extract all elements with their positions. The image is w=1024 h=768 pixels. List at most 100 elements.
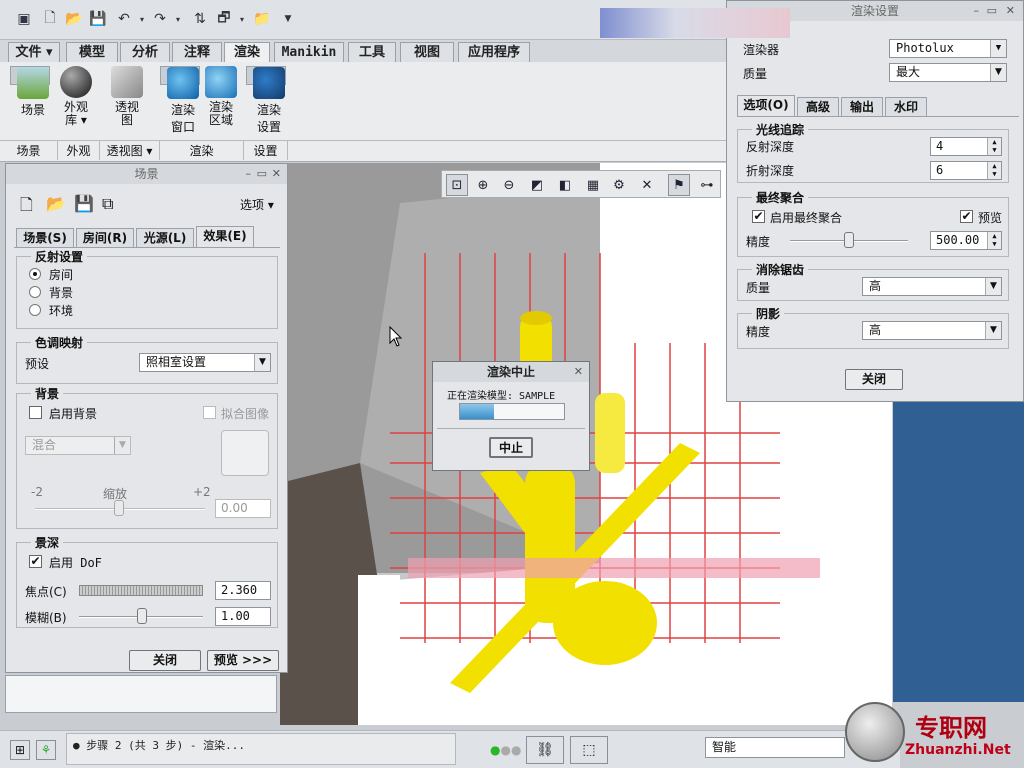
windows-icon[interactable]: 🗗 bbox=[214, 9, 234, 29]
refract-depth-field[interactable]: 6 ▲ ▼ bbox=[930, 161, 1002, 180]
selection-filter-icon[interactable]: ⬚ bbox=[570, 736, 608, 764]
group-perspective[interactable]: 透视图 ▾ bbox=[100, 140, 160, 160]
tab-render[interactable]: 渲染 bbox=[224, 42, 270, 62]
spinner-icon[interactable]: ▲ ▼ bbox=[987, 232, 1001, 249]
new-scene-icon[interactable]: 🗋 bbox=[20, 194, 33, 221]
tab-effects[interactable]: 效果(E) bbox=[196, 226, 254, 247]
smart-filter-select[interactable]: 智能 bbox=[705, 737, 845, 758]
tab-options[interactable]: 选项(O) bbox=[737, 95, 795, 116]
preview-checkbox[interactable]: ✔ bbox=[960, 210, 973, 223]
tab-model[interactable]: 模型 bbox=[66, 42, 118, 62]
save-scene-icon[interactable]: 💾 bbox=[74, 194, 94, 213]
radio-environment[interactable] bbox=[29, 304, 41, 316]
tab-lights[interactable]: 光源(L) bbox=[136, 228, 194, 247]
tab-analysis[interactable]: 分析 bbox=[120, 42, 170, 62]
windows-dropdown-icon[interactable]: ▾ bbox=[232, 9, 252, 29]
stop-render-button[interactable]: 中止 bbox=[489, 437, 533, 458]
scene-button[interactable]: 场景 bbox=[10, 66, 50, 117]
datum-display-icon[interactable]: ✕ bbox=[636, 174, 658, 196]
quality-select[interactable]: 最大 ▼ bbox=[889, 63, 1007, 82]
enable-dof-checkbox[interactable]: ✔ bbox=[29, 555, 42, 568]
maximize-icon[interactable]: ▭ bbox=[987, 1, 997, 21]
focus-ruler[interactable] bbox=[79, 585, 203, 596]
new-file-icon[interactable]: 🗋 bbox=[40, 9, 60, 29]
tab-advanced[interactable]: 高级 bbox=[797, 97, 839, 116]
annotation-display-icon[interactable]: ⚑ bbox=[668, 174, 690, 196]
minimize-icon[interactable]: – bbox=[246, 164, 252, 184]
radio-background[interactable] bbox=[29, 286, 41, 298]
undo-icon[interactable]: ↶ bbox=[114, 9, 134, 29]
close-icon[interactable]: ✕ bbox=[574, 362, 583, 382]
radio-room[interactable] bbox=[29, 268, 41, 280]
zoom-out-icon[interactable]: ⊖ bbox=[498, 174, 520, 196]
perspective-button[interactable]: 透视 图 bbox=[107, 66, 147, 138]
enable-final-gather-checkbox[interactable]: ✔ bbox=[752, 210, 765, 223]
tab-scene[interactable]: 场景(S) bbox=[16, 228, 74, 247]
spinner-icon[interactable]: ▲ ▼ bbox=[987, 162, 1001, 179]
saved-views-icon[interactable]: ▦ bbox=[582, 174, 604, 196]
preset-select[interactable]: 照相室设置 ▼ bbox=[139, 353, 271, 372]
refit-icon[interactable]: ⊡ bbox=[446, 174, 468, 196]
display-style-icon[interactable]: ◧ bbox=[554, 174, 576, 196]
renderer-select[interactable]: Photolux ▼ bbox=[889, 39, 1007, 58]
aa-quality-select[interactable]: 高 ▼ bbox=[862, 277, 1002, 296]
fit-image-checkbox[interactable] bbox=[203, 406, 216, 419]
render-abort-titlebar: 渲染中止 ✕ bbox=[433, 362, 589, 382]
regenerate-icon[interactable]: ⇅ bbox=[190, 9, 210, 29]
find-icon[interactable]: ⛓ bbox=[526, 736, 564, 764]
zoom-in-icon[interactable]: ⊕ bbox=[472, 174, 494, 196]
appearance-library-button[interactable]: 外观 库 ▾ bbox=[56, 66, 96, 138]
tab-tools[interactable]: 工具 bbox=[348, 42, 396, 62]
browser-toggle-icon[interactable]: ⚘ bbox=[36, 740, 56, 760]
tab-annotate[interactable]: 注释 bbox=[172, 42, 222, 62]
undo-dropdown-icon[interactable]: ▾ bbox=[132, 9, 152, 29]
tab-watermark[interactable]: 水印 bbox=[885, 97, 927, 116]
background-image-swatch[interactable] bbox=[221, 430, 269, 476]
render-window-button[interactable]: 渲染 窗口 bbox=[160, 66, 200, 134]
tab-output[interactable]: 输出 bbox=[841, 97, 883, 116]
shadow-precision-select[interactable]: 高 ▼ bbox=[862, 321, 1002, 340]
redo-icon[interactable]: ↷ bbox=[150, 9, 170, 29]
model-tree-area[interactable] bbox=[5, 675, 277, 713]
radio-room-label: 房间 bbox=[49, 268, 74, 282]
save-icon[interactable]: 💾 bbox=[88, 9, 108, 29]
blur-value-field[interactable]: 1.00 bbox=[215, 607, 271, 626]
options-menu[interactable]: 选项 ▾ bbox=[240, 196, 274, 213]
focus-value-field[interactable]: 2.360 bbox=[215, 581, 271, 600]
fg-precision-field[interactable]: 500.00 ▲ ▼ bbox=[930, 231, 1002, 250]
tab-file[interactable]: 文件 ▾ bbox=[8, 42, 60, 62]
spinner-icon[interactable]: ▲ ▼ bbox=[987, 138, 1001, 155]
maximize-icon[interactable]: ▭ bbox=[257, 164, 267, 184]
blur-slider-thumb[interactable] bbox=[137, 608, 147, 624]
reflect-depth-field[interactable]: 4 ▲ ▼ bbox=[930, 137, 1002, 156]
watermark-url: Zhuanzhi.Net bbox=[905, 742, 1011, 758]
enable-background-checkbox[interactable] bbox=[29, 406, 42, 419]
tab-applications[interactable]: 应用程序 bbox=[458, 42, 530, 62]
blend-select[interactable]: 混合 ▼ bbox=[25, 436, 131, 455]
copy-scene-icon[interactable]: ⧉ bbox=[102, 194, 113, 214]
scene-close-button[interactable]: 关闭 bbox=[129, 650, 201, 671]
render-region-button[interactable]: 渲染 区域 bbox=[201, 66, 241, 138]
close-window-icon[interactable]: 📁 bbox=[252, 9, 272, 29]
spin-center-icon[interactable]: ⊶ bbox=[696, 174, 718, 196]
render-settings-close-button[interactable]: 关闭 bbox=[845, 369, 903, 390]
repaint-icon[interactable]: ◩ bbox=[526, 174, 548, 196]
open-folder-icon[interactable]: 📂 bbox=[64, 9, 84, 29]
render-settings-button[interactable]: 渲染 设置 bbox=[246, 66, 286, 134]
close-icon[interactable]: ✕ bbox=[272, 164, 281, 184]
scale-slider-thumb[interactable] bbox=[114, 500, 124, 516]
open-scene-icon[interactable]: 📂 bbox=[46, 194, 66, 213]
model-tree-toggle-icon[interactable]: ⊞ bbox=[10, 740, 30, 760]
scale-value-field[interactable]: 0.00 bbox=[215, 499, 271, 518]
redo-dropdown-icon[interactable]: ▾ bbox=[168, 9, 188, 29]
tab-view[interactable]: 视图 bbox=[400, 42, 454, 62]
app-logo-icon[interactable]: ▣ bbox=[14, 9, 34, 29]
tab-room[interactable]: 房间(R) bbox=[76, 228, 134, 247]
fg-precision-slider-thumb[interactable] bbox=[844, 232, 854, 248]
view-manager-icon[interactable]: ⚙ bbox=[608, 174, 630, 196]
minimize-icon[interactable]: – bbox=[974, 1, 980, 21]
scene-preview-button[interactable]: 预览 >>> bbox=[207, 650, 279, 671]
customize-toolbar-icon[interactable]: ▼ bbox=[278, 9, 298, 29]
close-icon[interactable]: ✕ bbox=[1006, 1, 1015, 21]
tab-manikin[interactable]: Manikin bbox=[274, 42, 344, 62]
